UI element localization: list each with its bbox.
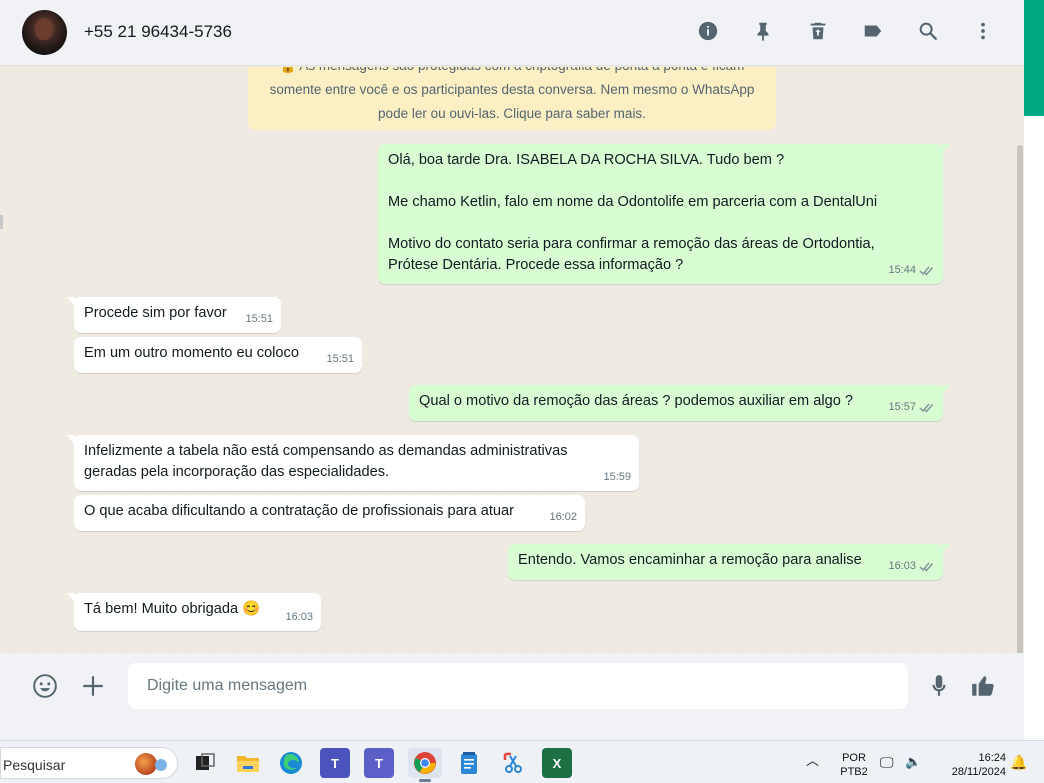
- active-app-indicator: [419, 779, 431, 782]
- message-incoming[interactable]: Em um outro momento eu coloco 15:51: [74, 337, 362, 373]
- clock-date: 28/11/2024: [951, 766, 1006, 778]
- message-input[interactable]: [128, 663, 908, 709]
- read-ticks-icon: [919, 266, 934, 276]
- volume-icon[interactable]: 🔈: [905, 755, 921, 769]
- clock[interactable]: 16:24 28/11/2024: [936, 751, 1006, 779]
- message-text: Motivo do contato seria para confirmar a…: [388, 236, 875, 252]
- info-icon[interactable]: [695, 18, 721, 44]
- clock-time: 16:24: [978, 752, 1006, 764]
- message-meta: 15:51: [326, 349, 354, 370]
- avatar[interactable]: [22, 10, 67, 55]
- notepad-icon[interactable]: [454, 748, 484, 778]
- message-time: 16:03: [285, 611, 313, 623]
- message-text: Qual o motivo da remoção das áreas ? pod…: [419, 393, 853, 409]
- taskbar: Pesquisar T T X ︿ POR PTB2 🖵 🔈 16:24 28/…: [0, 740, 1044, 783]
- composer: [0, 653, 1024, 720]
- message-text: O que acaba dificultando a contratação d…: [84, 503, 514, 519]
- message-time: 15:59: [603, 471, 631, 483]
- background-window-edge: [1024, 0, 1044, 740]
- message-incoming[interactable]: Infelizmente a tabela não está compensan…: [67, 435, 639, 491]
- message-time: 16:02: [549, 511, 577, 523]
- message-time: 15:51: [326, 353, 354, 365]
- message-meta: 15:51: [245, 309, 273, 330]
- message-time: 15:51: [245, 313, 273, 325]
- search-highlight-icon: [155, 759, 167, 771]
- snipping-tool-icon[interactable]: [498, 748, 528, 778]
- encryption-line: pode ler ou ouvi-las. Clique para saber …: [378, 106, 646, 121]
- thumbs-up-icon[interactable]: [968, 671, 998, 701]
- read-ticks-icon: [919, 403, 934, 413]
- message-incoming[interactable]: Procede sim por favor 15:51: [67, 297, 281, 333]
- message-time: 15:57: [888, 401, 916, 413]
- notification-bell-icon[interactable]: 🔔: [1010, 755, 1027, 769]
- accent-strip: [1024, 0, 1044, 116]
- encryption-notice[interactable]: 🔒 As mensagens são protegidas com a crip…: [248, 67, 776, 130]
- keyboard-layout: PTB2: [840, 766, 868, 778]
- teams-icon[interactable]: T: [320, 748, 350, 778]
- message-incoming[interactable]: Tá bem! Muito obrigada 😊 16:03: [67, 593, 321, 631]
- message-meta: 16:02: [549, 507, 577, 528]
- message-text: Em um outro momento eu coloco: [84, 345, 299, 361]
- message-text: Procede sim por favor: [84, 305, 227, 321]
- message-text: Olá, boa tarde Dra. ISABELA DA ROCHA SIL…: [388, 152, 785, 168]
- message-outgoing[interactable]: Entendo. Vamos encaminhar a remoção para…: [508, 544, 950, 580]
- chrome-icon[interactable]: [408, 748, 442, 778]
- message-list[interactable]: 🔒 As mensagens são protegidas com a crip…: [4, 67, 1024, 653]
- message-meta: 16:03: [285, 607, 313, 628]
- chat-header: +55 21 96434-5736: [0, 0, 1024, 66]
- chat-scrollbar[interactable]: [1017, 145, 1023, 653]
- file-explorer-icon[interactable]: [233, 748, 263, 778]
- more-icon[interactable]: [970, 18, 996, 44]
- message-meta: 16:03: [888, 556, 935, 577]
- excel-icon-label: X: [552, 755, 562, 771]
- window-edge: [0, 215, 3, 229]
- encryption-line: somente entre você e os participantes de…: [269, 82, 755, 97]
- message-meta: 15:44: [888, 260, 935, 281]
- taskbar-search-placeholder: Pesquisar: [3, 757, 66, 773]
- microphone-icon[interactable]: [924, 671, 954, 701]
- teams-classic-icon[interactable]: T: [364, 748, 394, 778]
- message-meta: 15:57: [888, 397, 935, 418]
- contact-name[interactable]: +55 21 96434-5736: [84, 22, 232, 42]
- whatsapp-window: +55 21 96434-5736 🔒 As mensagens são pro…: [0, 0, 1024, 720]
- message-outgoing[interactable]: Qual o motivo da remoção das áreas ? pod…: [409, 385, 950, 421]
- edge-icon[interactable]: [276, 748, 306, 778]
- message-text: Prótese Dentária. Procede essa informaçã…: [388, 257, 684, 273]
- message-text: Tá bem! Muito obrigada 😊: [84, 601, 261, 617]
- network-icon[interactable]: 🖵: [880, 755, 894, 769]
- excel-icon[interactable]: X: [542, 748, 572, 778]
- message-incoming[interactable]: O que acaba dificultando a contratação d…: [74, 495, 585, 531]
- read-ticks-icon: [919, 562, 934, 572]
- language-indicator[interactable]: POR PTB2: [838, 751, 870, 779]
- pin-icon[interactable]: [750, 18, 776, 44]
- message-time: 16:03: [888, 560, 916, 572]
- label-icon[interactable]: [860, 18, 886, 44]
- message-text: geradas pela incorporação das especialid…: [84, 464, 390, 480]
- task-view-icon[interactable]: [190, 748, 220, 778]
- taskbar-search[interactable]: Pesquisar: [0, 747, 178, 779]
- message-text: Me chamo Ketlin, falo em nome da Odontol…: [388, 194, 878, 210]
- search-icon[interactable]: [915, 18, 941, 44]
- search-highlight-icon: [135, 753, 157, 775]
- tray-chevron-icon[interactable]: ︿: [806, 754, 819, 768]
- message-outgoing[interactable]: Olá, boa tarde Dra. ISABELA DA ROCHA SIL…: [378, 144, 950, 284]
- message-time: 15:44: [888, 264, 916, 276]
- attach-plus-icon[interactable]: [78, 671, 108, 701]
- message-text: Entendo. Vamos encaminhar a remoção para…: [518, 552, 862, 568]
- language-code: POR: [842, 752, 866, 764]
- message-text: Infelizmente a tabela não está compensan…: [84, 443, 568, 459]
- teams-classic-icon-label: T: [375, 755, 383, 771]
- teams-icon-label: T: [331, 755, 339, 771]
- message-meta: 15:59: [603, 467, 631, 488]
- encryption-line: 🔒 As mensagens são protegidas com a crip…: [248, 67, 776, 78]
- emoji-icon[interactable]: [30, 671, 60, 701]
- delete-icon[interactable]: [805, 18, 831, 44]
